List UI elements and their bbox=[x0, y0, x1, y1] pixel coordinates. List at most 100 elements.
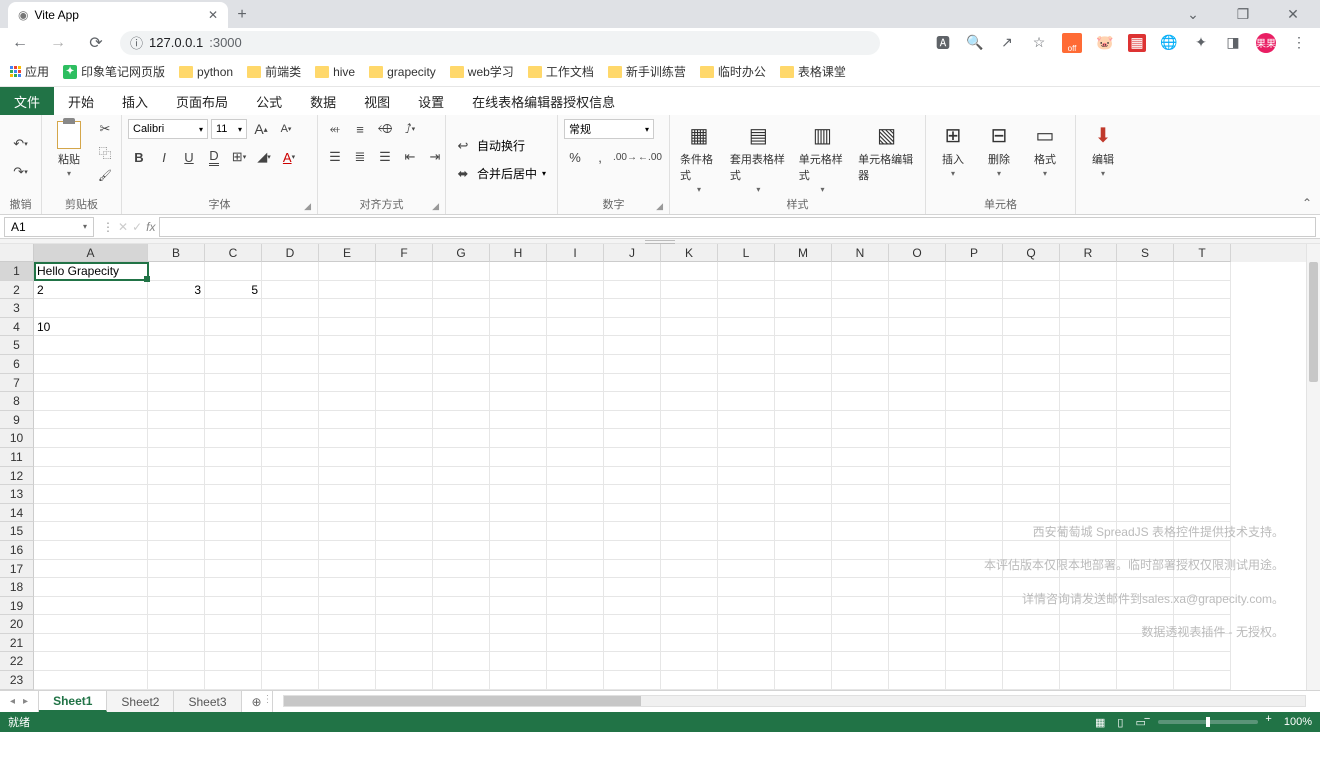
col-header-H[interactable]: H bbox=[490, 244, 547, 262]
cell-D22[interactable] bbox=[262, 652, 319, 671]
cell-O22[interactable] bbox=[889, 652, 946, 671]
cell-E19[interactable] bbox=[319, 597, 376, 616]
bookmark-folder-9[interactable]: 表格课堂 bbox=[780, 63, 846, 80]
cell-B22[interactable] bbox=[148, 652, 205, 671]
v-scroll-thumb[interactable] bbox=[1309, 262, 1318, 382]
formula-input[interactable] bbox=[159, 217, 1316, 237]
cell-O15[interactable] bbox=[889, 522, 946, 541]
cell-Q22[interactable] bbox=[1003, 652, 1060, 671]
cell-R13[interactable] bbox=[1060, 485, 1117, 504]
cell-D4[interactable] bbox=[262, 318, 319, 337]
cell-I1[interactable] bbox=[547, 262, 604, 281]
cell-B4[interactable] bbox=[148, 318, 205, 337]
cell-O7[interactable] bbox=[889, 374, 946, 393]
ribbon-tab-1[interactable]: 开始 bbox=[54, 87, 108, 115]
borders-button[interactable]: ⊞▾ bbox=[228, 147, 250, 167]
cell-S16[interactable] bbox=[1117, 541, 1174, 560]
cell-C8[interactable] bbox=[205, 392, 262, 411]
cell-D17[interactable] bbox=[262, 560, 319, 579]
cell-J17[interactable] bbox=[604, 560, 661, 579]
cell-J16[interactable] bbox=[604, 541, 661, 560]
font-name-select[interactable]: Calibri▾ bbox=[128, 119, 208, 139]
cell-J5[interactable] bbox=[604, 336, 661, 355]
cell-D10[interactable] bbox=[262, 429, 319, 448]
cell-J19[interactable] bbox=[604, 597, 661, 616]
cell-O16[interactable] bbox=[889, 541, 946, 560]
cell-H16[interactable] bbox=[490, 541, 547, 560]
cell-C22[interactable] bbox=[205, 652, 262, 671]
cell-F8[interactable] bbox=[376, 392, 433, 411]
cell-H3[interactable] bbox=[490, 299, 547, 318]
cell-H1[interactable] bbox=[490, 262, 547, 281]
cell-J9[interactable] bbox=[604, 411, 661, 430]
zoom-level[interactable]: 100% bbox=[1284, 716, 1312, 728]
cell-L19[interactable] bbox=[718, 597, 775, 616]
cell-A20[interactable] bbox=[34, 615, 148, 634]
cell-N11[interactable] bbox=[832, 448, 889, 467]
cell-G1[interactable] bbox=[433, 262, 490, 281]
percent-button[interactable]: % bbox=[564, 147, 586, 167]
cell-A19[interactable] bbox=[34, 597, 148, 616]
ribbon-tab-3[interactable]: 页面布局 bbox=[162, 87, 242, 115]
col-header-S[interactable]: S bbox=[1117, 244, 1174, 262]
cell-A6[interactable] bbox=[34, 355, 148, 374]
cell-T15[interactable] bbox=[1174, 522, 1231, 541]
cell-K4[interactable] bbox=[661, 318, 718, 337]
cell-A16[interactable] bbox=[34, 541, 148, 560]
redo-button[interactable]: ↷ ▾ bbox=[10, 162, 32, 182]
cell-F23[interactable] bbox=[376, 671, 433, 690]
cell-M14[interactable] bbox=[775, 504, 832, 523]
cell-T22[interactable] bbox=[1174, 652, 1231, 671]
cell-E23[interactable] bbox=[319, 671, 376, 690]
cell-J21[interactable] bbox=[604, 634, 661, 653]
comma-button[interactable]: , bbox=[589, 147, 611, 167]
cell-N9[interactable] bbox=[832, 411, 889, 430]
cell-F17[interactable] bbox=[376, 560, 433, 579]
cell-S12[interactable] bbox=[1117, 467, 1174, 486]
cell-D3[interactable] bbox=[262, 299, 319, 318]
cell-N13[interactable] bbox=[832, 485, 889, 504]
cell-B23[interactable] bbox=[148, 671, 205, 690]
cell-L23[interactable] bbox=[718, 671, 775, 690]
row-header-6[interactable]: 6 bbox=[0, 355, 34, 374]
row-header-18[interactable]: 18 bbox=[0, 578, 34, 597]
cell-N7[interactable] bbox=[832, 374, 889, 393]
cell-J7[interactable] bbox=[604, 374, 661, 393]
cell-B13[interactable] bbox=[148, 485, 205, 504]
cell-B2[interactable]: 3 bbox=[148, 281, 205, 300]
cell-A21[interactable] bbox=[34, 634, 148, 653]
cell-Q9[interactable] bbox=[1003, 411, 1060, 430]
cell-S13[interactable] bbox=[1117, 485, 1174, 504]
cell-G3[interactable] bbox=[433, 299, 490, 318]
cell-M19[interactable] bbox=[775, 597, 832, 616]
cell-O5[interactable] bbox=[889, 336, 946, 355]
cell-J23[interactable] bbox=[604, 671, 661, 690]
cell-T9[interactable] bbox=[1174, 411, 1231, 430]
cell-G12[interactable] bbox=[433, 467, 490, 486]
fb-enter-icon[interactable]: ✓ bbox=[132, 220, 142, 234]
cell-I2[interactable] bbox=[547, 281, 604, 300]
cell-F11[interactable] bbox=[376, 448, 433, 467]
cell-M16[interactable] bbox=[775, 541, 832, 560]
cell-I11[interactable] bbox=[547, 448, 604, 467]
cell-M1[interactable] bbox=[775, 262, 832, 281]
cell-R12[interactable] bbox=[1060, 467, 1117, 486]
cell-S15[interactable] bbox=[1117, 522, 1174, 541]
cell-Q12[interactable] bbox=[1003, 467, 1060, 486]
cell-F7[interactable] bbox=[376, 374, 433, 393]
col-header-G[interactable]: G bbox=[433, 244, 490, 262]
cell-M18[interactable] bbox=[775, 578, 832, 597]
cell-K5[interactable] bbox=[661, 336, 718, 355]
row-header-22[interactable]: 22 bbox=[0, 652, 34, 671]
cell-H7[interactable] bbox=[490, 374, 547, 393]
cell-N19[interactable] bbox=[832, 597, 889, 616]
row-header-2[interactable]: 2 bbox=[0, 281, 34, 300]
cell-R15[interactable] bbox=[1060, 522, 1117, 541]
row-header-23[interactable]: 23 bbox=[0, 671, 34, 690]
cell-N12[interactable] bbox=[832, 467, 889, 486]
copy-button[interactable] bbox=[94, 142, 116, 162]
cell-S3[interactable] bbox=[1117, 299, 1174, 318]
cell-D14[interactable] bbox=[262, 504, 319, 523]
cell-L16[interactable] bbox=[718, 541, 775, 560]
cell-S6[interactable] bbox=[1117, 355, 1174, 374]
